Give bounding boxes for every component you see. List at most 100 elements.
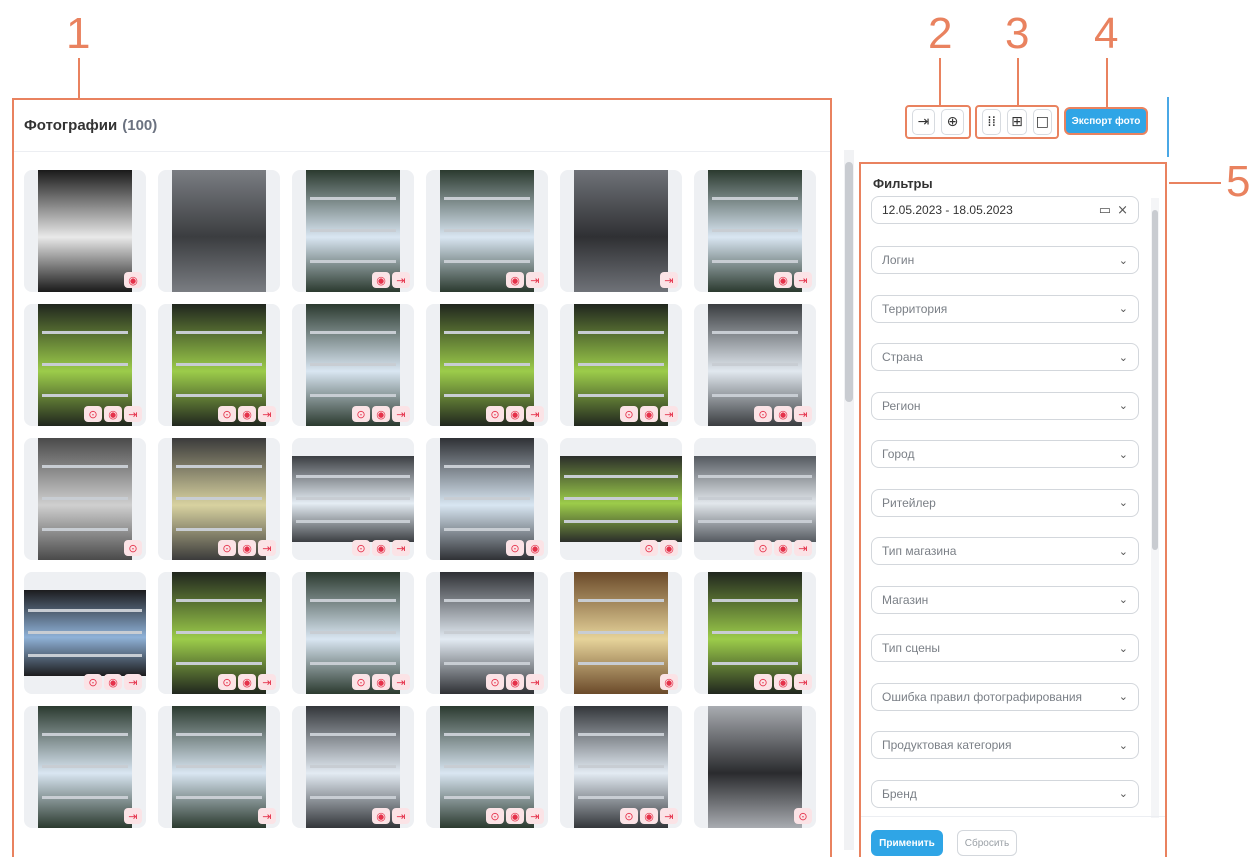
filter-field[interactable]: Продуктовая категория ⌄ [871, 731, 1139, 759]
photo-thumbnail[interactable]: ◉ ⇥ [426, 170, 548, 292]
shelf-line [444, 260, 530, 264]
grid-large-icon[interactable]: ⊞ [1007, 109, 1027, 135]
photo-thumbnail[interactable]: ◉ [560, 572, 682, 694]
photo-thumbnail[interactable]: ⊙ ◉ ⇥ [426, 706, 548, 828]
photo-thumbnail[interactable]: ◉ ⇥ [292, 706, 414, 828]
export-button[interactable]: Экспорт фото [1064, 107, 1148, 135]
photo-thumbnail[interactable]: ⊙ ◉ [426, 438, 548, 560]
zoom-out-icon[interactable]: ⇥ [912, 109, 935, 135]
camera-icon: ◉ [372, 406, 390, 422]
photo-thumbnail[interactable]: ⇥ [24, 706, 146, 828]
photo-thumbnail[interactable]: ◉ ⇥ [292, 170, 414, 292]
photo-thumbnail[interactable]: ◉ ⇥ [694, 170, 816, 292]
shelf-line [310, 330, 396, 334]
shelf-line [296, 474, 410, 478]
arrow-right-icon: ⇥ [526, 674, 544, 690]
filter-field[interactable]: Регион ⌄ [871, 391, 1139, 420]
photo-thumbnail[interactable] [158, 170, 280, 292]
arrow-right-icon: ⇥ [124, 674, 142, 690]
shelf-line [28, 631, 142, 635]
photo-thumbnail[interactable]: ⊙ ◉ [560, 438, 682, 560]
photo-badges: ◉ [124, 272, 142, 288]
photo-badges: ⇥ [258, 808, 276, 824]
photo-thumbnail[interactable]: ⊙ ◉ ⇥ [24, 304, 146, 426]
filter-field[interactable]: Ошибка правил фотографирования ⌄ [871, 682, 1139, 711]
photos-scrollbar-thumb[interactable] [845, 162, 853, 402]
photo-thumbnail[interactable]: ⊙ ◉ ⇥ [694, 438, 816, 560]
shelf-line [444, 228, 530, 232]
photo-thumbnail[interactable]: ⊙ ◉ ⇥ [694, 572, 816, 694]
filter-field[interactable]: Ритейлер ⌄ [871, 488, 1139, 517]
filter-field[interactable]: Магазин ⌄ [871, 585, 1139, 614]
photo-thumbnail[interactable]: ⊙ ◉ ⇥ [24, 572, 146, 694]
photo-thumbnail[interactable]: ⊙ ◉ ⇥ [292, 304, 414, 426]
shelf-line [176, 394, 262, 398]
shelf-line [28, 653, 142, 657]
photo-badges: ⊙ ◉ ⇥ [218, 540, 276, 556]
photo-thumbnail[interactable]: ◉ [24, 170, 146, 292]
calendar-icon[interactable]: ▭ [1099, 203, 1111, 218]
camera-icon: ◉ [238, 540, 256, 556]
photo-thumbnail[interactable]: ⊙ ◉ ⇥ [292, 438, 414, 560]
location-pin-icon: ⊙ [352, 674, 370, 690]
filters-scrollbar-thumb[interactable] [1152, 210, 1158, 550]
filter-field[interactable]: Тип магазина ⌄ [871, 537, 1139, 565]
arrow-right-icon: ⇥ [392, 808, 410, 824]
filter-field-label: Тип магазина [882, 544, 957, 558]
shelf-line [28, 608, 142, 612]
camera-icon: ◉ [640, 808, 658, 824]
shelf-line [444, 764, 530, 768]
camera-icon: ◉ [238, 406, 256, 422]
camera-icon: ◉ [372, 540, 390, 556]
chevron-down-icon: ⌄ [1118, 399, 1128, 412]
photo-thumbnail[interactable]: ⊙ ◉ ⇥ [560, 304, 682, 426]
filter-field[interactable]: Логин ⌄ [871, 246, 1139, 274]
photo-thumbnail[interactable]: ⊙ ◉ ⇥ [158, 438, 280, 560]
photo-thumbnail[interactable]: ⊙ [694, 706, 816, 828]
camera-icon: ◉ [506, 272, 524, 288]
shelf-line [176, 330, 262, 334]
photo-thumbnail[interactable]: ⊙ ◉ ⇥ [426, 304, 548, 426]
filter-field[interactable]: Территория ⌄ [871, 294, 1139, 323]
photo-image [38, 706, 132, 828]
reset-button[interactable]: Сбросить [957, 830, 1017, 856]
zoom-in-icon[interactable]: ⊕ [941, 109, 964, 135]
apply-button[interactable]: Применить [871, 830, 943, 856]
photo-thumbnail[interactable]: ⊙ ◉ ⇥ [426, 572, 548, 694]
photo-thumbnail[interactable]: ⊙ ◉ ⇥ [560, 706, 682, 828]
grid-small-icon[interactable]: ⁞⁞ [982, 109, 1002, 135]
photos-scrollbar[interactable] [844, 150, 854, 850]
shelf-line [310, 598, 396, 602]
filter-field[interactable]: Город ⌄ [871, 440, 1139, 468]
clear-icon[interactable]: × [1117, 203, 1128, 218]
single-view-icon[interactable]: □ [1032, 109, 1052, 135]
chevron-down-icon: ⌄ [1118, 447, 1128, 461]
app-root: 1 2 3 4 5 Фотографии (100) ◉ ◉ ⇥ ◉ ⇥ ⇥ ◉ ⇥ ⊙ ◉ ⇥ ⊙ ◉… [0, 0, 1258, 857]
photos-title: Фотографии [24, 117, 118, 134]
camera-icon: ◉ [774, 272, 792, 288]
chevron-down-icon: ⌄ [1118, 641, 1128, 655]
photo-thumbnail[interactable]: ⊙ ◉ ⇥ [694, 304, 816, 426]
photo-badges: ⊙ ◉ [506, 540, 544, 556]
filter-field[interactable]: Страна ⌄ [871, 343, 1139, 371]
photo-image [38, 170, 132, 292]
shelf-line [444, 496, 530, 500]
photo-thumbnail[interactable]: ⇥ [158, 706, 280, 828]
date-range-field[interactable]: 12.05.2023 - 18.05.2023 ▭ × [871, 196, 1139, 224]
photo-thumbnail[interactable]: ⊙ [24, 438, 146, 560]
photo-image [574, 572, 668, 694]
camera-icon: ◉ [372, 674, 390, 690]
filter-field[interactable]: Тип сцены ⌄ [871, 634, 1139, 662]
shelf-line [176, 630, 262, 634]
shelf-line [310, 394, 396, 398]
photo-thumbnail[interactable]: ⇥ [560, 170, 682, 292]
location-pin-icon: ⊙ [84, 674, 102, 690]
filters-scrollbar[interactable] [1151, 198, 1159, 818]
photo-thumbnail[interactable]: ⊙ ◉ ⇥ [158, 304, 280, 426]
photo-image [694, 456, 816, 542]
shelf-line [712, 630, 798, 634]
photo-badges: ⊙ ◉ [640, 540, 678, 556]
filter-field[interactable]: Бренд ⌄ [871, 779, 1139, 808]
photo-thumbnail[interactable]: ⊙ ◉ ⇥ [158, 572, 280, 694]
photo-thumbnail[interactable]: ⊙ ◉ ⇥ [292, 572, 414, 694]
